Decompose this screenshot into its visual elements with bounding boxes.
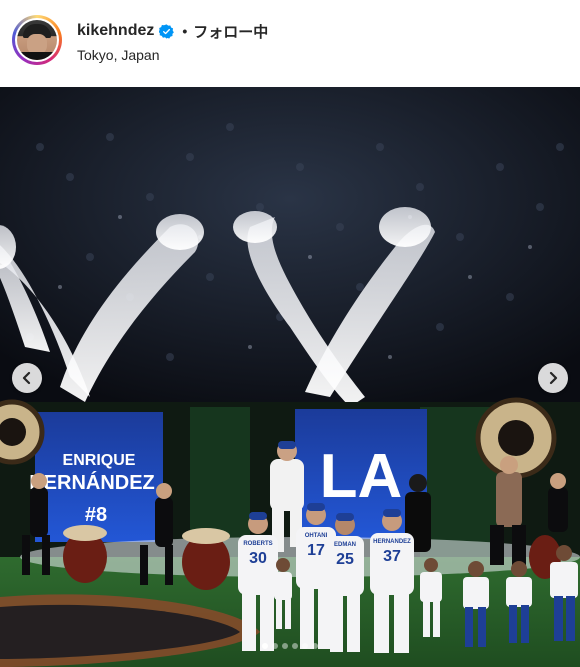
dodgers-logo: LA — [320, 442, 403, 511]
carousel-dot — [312, 643, 318, 649]
verified-badge-icon — [159, 23, 175, 39]
jersey-number-4: 37 — [383, 548, 401, 565]
carousel-indicator — [0, 643, 580, 649]
user-row: kikehndez • フォロー中 — [77, 21, 268, 41]
jersey-name-1: ROBERTS — [243, 541, 272, 547]
board-number: #8 — [85, 504, 107, 526]
following-button[interactable]: フォロー中 — [193, 21, 268, 42]
avatar[interactable] — [12, 15, 62, 65]
carousel-dot — [262, 643, 268, 649]
jersey-number-1: 30 — [249, 550, 267, 567]
carousel-dot — [292, 643, 298, 649]
chevron-left-icon — [22, 371, 31, 385]
stadium-scene: ENRIQUE HERNÁNDEZ #8 LA ROBERTS 30 OHTAN… — [0, 87, 580, 667]
board-first-name: ENRIQUE — [63, 452, 136, 469]
chevron-right-icon — [549, 371, 558, 385]
post-photo[interactable]: ENRIQUE HERNÁNDEZ #8 LA ROBERTS 30 OHTAN… — [0, 87, 580, 667]
separator-dot: • — [182, 23, 188, 39]
jersey-name-2: OHTANI — [305, 533, 328, 539]
carousel-prev-button[interactable] — [12, 363, 42, 393]
carousel-dot — [272, 643, 278, 649]
jersey-number-2: 17 — [307, 542, 325, 559]
board-last-name: HERNÁNDEZ — [29, 471, 155, 494]
username-link[interactable]: kikehndez — [77, 22, 154, 40]
carousel-dot — [282, 643, 288, 649]
jersey-name-3: EDMAN — [334, 542, 356, 548]
carousel-dot — [302, 643, 308, 649]
jersey-number-3: 25 — [336, 551, 354, 568]
avatar-image — [17, 20, 57, 60]
location-link[interactable]: Tokyo, Japan — [77, 47, 160, 63]
post-header: kikehndez • フォロー中 Tokyo, Japan — [0, 0, 580, 87]
carousel-next-button[interactable] — [538, 363, 568, 393]
jersey-name-4: HERNANDEZ — [373, 539, 411, 545]
